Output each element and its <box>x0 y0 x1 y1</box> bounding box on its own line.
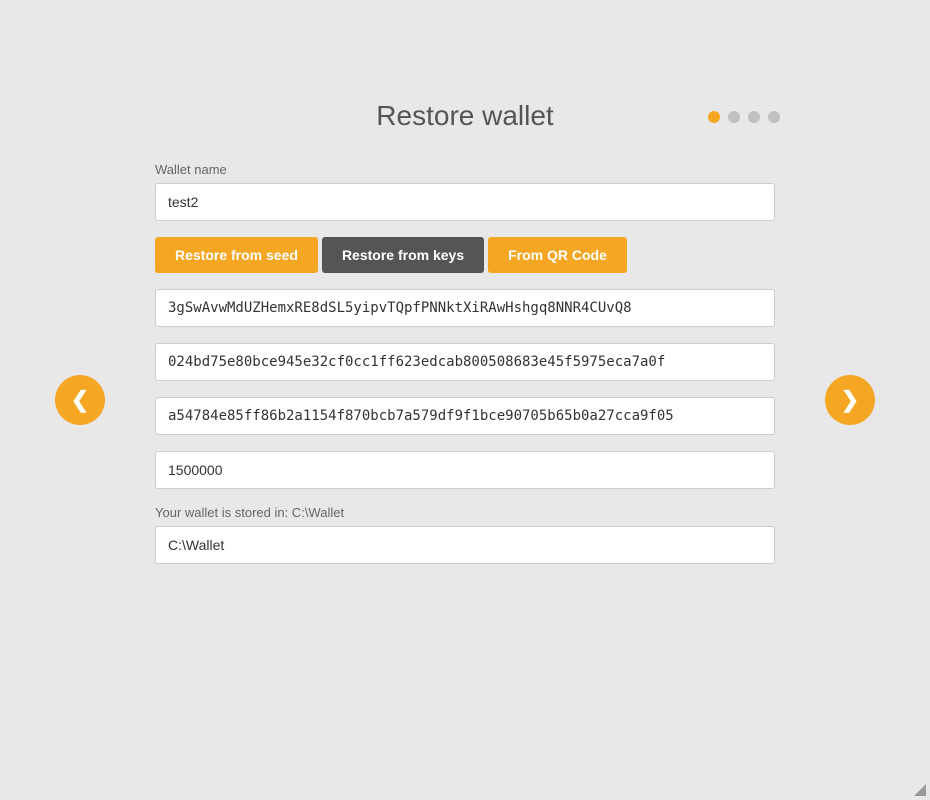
restore-from-keys-tab[interactable]: Restore from keys <box>322 237 484 273</box>
wallet-name-group: Wallet name <box>155 162 775 221</box>
wallet-name-label: Wallet name <box>155 162 775 177</box>
wallet-path-input[interactable] <box>155 526 775 564</box>
key-field-1-group <box>155 289 775 327</box>
wallet-path-label: Your wallet is stored in: C:\Wallet <box>155 505 775 520</box>
key-field-3-group <box>155 397 775 435</box>
wallet-path-group: Your wallet is stored in: C:\Wallet <box>155 505 775 564</box>
back-button[interactable]: ❮ <box>55 375 105 425</box>
page-title: Restore wallet <box>155 100 775 132</box>
restore-height-group <box>155 451 775 489</box>
from-qr-code-tab[interactable]: From QR Code <box>488 237 627 273</box>
wallet-name-input[interactable] <box>155 183 775 221</box>
key-field-2-group <box>155 343 775 381</box>
chevron-right-icon: ❯ <box>841 389 859 411</box>
restore-height-input[interactable] <box>155 451 775 489</box>
tab-group: Restore from seed Restore from keys From… <box>155 237 775 273</box>
main-content: Restore wallet Wallet name Restore from … <box>155 100 775 580</box>
key-field-3-input[interactable] <box>155 397 775 435</box>
forward-button[interactable]: ❯ <box>825 375 875 425</box>
key-field-1-input[interactable] <box>155 289 775 327</box>
key-field-2-input[interactable] <box>155 343 775 381</box>
resize-handle[interactable] <box>914 784 928 798</box>
restore-from-seed-tab[interactable]: Restore from seed <box>155 237 318 273</box>
chevron-left-icon: ❮ <box>71 389 89 411</box>
